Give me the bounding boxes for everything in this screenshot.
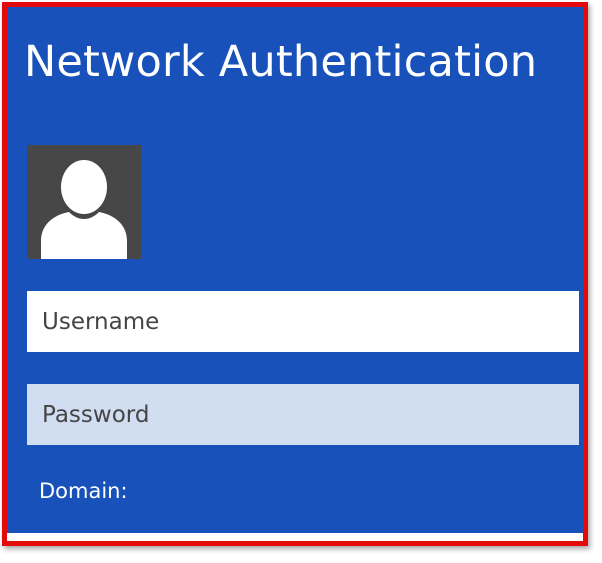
network-authentication-panel: Network Authentication Domain: [7,7,583,533]
domain-label: Domain: [39,479,128,503]
username-input[interactable] [27,291,579,352]
dialog-title: Network Authentication [24,37,538,87]
panel-bottom-edge [7,533,583,541]
user-avatar [27,145,141,259]
password-input[interactable] [27,384,579,445]
screenshot-frame: Network Authentication Domain: [2,2,588,546]
user-silhouette-icon [41,160,127,259]
